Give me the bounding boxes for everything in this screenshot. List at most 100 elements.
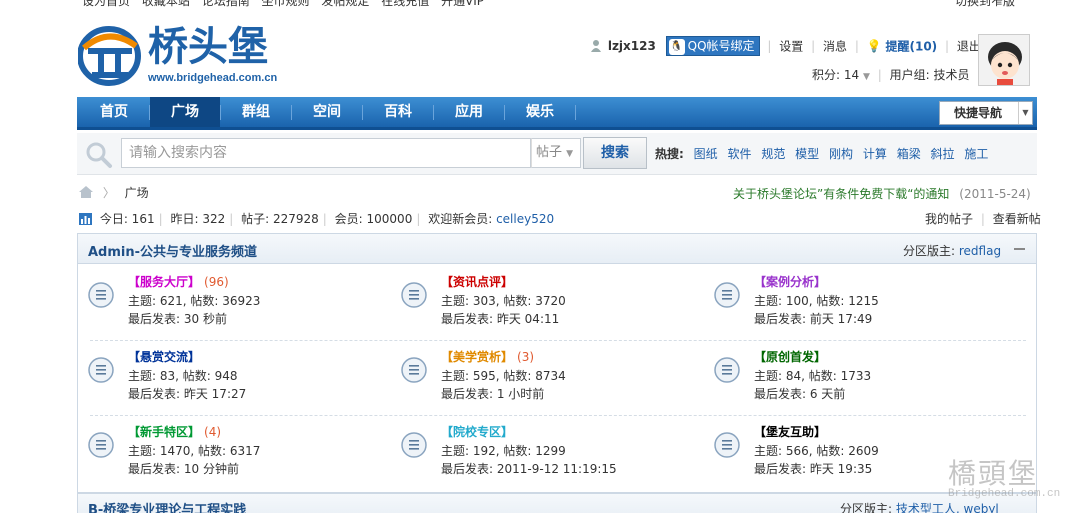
forum-name[interactable]: 【新手特区】 [128,425,200,439]
nav-item-space[interactable]: 空间 [292,97,362,127]
forum-item[interactable]: 【堡友互助】 主题: 566, 帖数: 2609 最后发表: 昨天 19:35 [714,422,1014,482]
forum-last-post[interactable]: 最后发表: 昨天 17:27 [128,385,246,402]
forum-item[interactable]: 【资讯点评】主题: 303, 帖数: 3720 最后发表: 昨天 04:11 [401,272,701,332]
moderator-link[interactable]: 技术型工人, webyl [896,502,999,513]
hot-keyword[interactable]: 施工 [964,147,988,161]
messages-link[interactable]: 消息 [823,40,847,54]
search-type-value: 帖子 [536,145,563,160]
hot-keyword[interactable]: 图纸 [694,147,718,161]
home-icon[interactable] [79,186,93,198]
main-nav: 首页 广场 群组 空间 百科 应用 娱乐 快捷导航 ▼ [77,97,1037,130]
user-panel: lzjx123 🐧 QQ帐号绑定 | 设置 | 消息 | 💡 提醒(10) | 退… [590,36,981,58]
hot-keyword[interactable]: 软件 [727,147,751,161]
forum-icon [714,357,740,383]
top-link[interactable]: 收藏本站 [142,0,190,8]
search-type-select[interactable]: 帖子 ▼ [531,138,581,168]
forum-last-post[interactable]: 最后发表: 昨天 04:11 [441,310,559,327]
forum-category-admin: Admin-公共与专业服务频道 分区版主: redflag 【服务大厅】 (96)… [77,233,1037,493]
top-link[interactable]: 坐币规则 [262,0,310,8]
forum-icon [401,357,427,383]
points-menu[interactable]: 积分: 14 [812,68,859,82]
forum-name[interactable]: 【案例分析】 [754,275,826,289]
stat-yesterday: 昨日: 322 [170,212,226,226]
forum-item[interactable]: 【原创首发】主题: 84, 帖数: 1733 最后发表: 6 天前 [714,347,1014,407]
new-posts-link[interactable]: 查看新帖 [993,212,1041,226]
qq-bind-button[interactable]: 🐧 QQ帐号绑定 [665,36,760,56]
row-divider [90,415,1026,416]
hot-keyword[interactable]: 刚构 [829,147,853,161]
top-link[interactable]: 发帖规定 [321,0,369,8]
nav-item-plaza[interactable]: 广场 [150,97,220,127]
category-title[interactable]: Admin-公共与专业服务频道 [88,241,257,260]
breadcrumb: 〉 广场 [79,184,149,201]
forum-name[interactable]: 【原创首发】 [754,350,826,364]
nav-item-wiki[interactable]: 百科 [363,97,433,127]
announcement-link[interactable]: 关于桥头堡论坛”有条件免费下载“的通知 [733,187,949,201]
announcement: 关于桥头堡论坛”有条件免费下载“的通知 (2011-5-24) [733,185,1031,202]
stats-links: 我的帖子 | 查看新帖 [925,212,1041,226]
settings-link[interactable]: 设置 [779,40,803,54]
my-posts-link[interactable]: 我的帖子 [925,212,973,226]
forum-item[interactable]: 【悬赏交流】 主题: 83, 帖数: 948 最后发表: 昨天 17:27 [88,347,388,407]
forum-name[interactable]: 【服务大厅】 [128,275,200,289]
logo-url: www.bridgehead.com.cn [148,72,278,84]
search-input[interactable]: 请输入搜索内容 [121,138,531,168]
category-moderators: 分区版主: 技术型工人, webyl [840,500,999,513]
nav-item-home[interactable]: 首页 [79,97,149,127]
forum-stats: 主题: 303, 帖数: 3720 [441,294,566,308]
category-header: Admin-公共与专业服务频道 分区版主: redflag [78,234,1036,264]
quick-nav-label: 快捷导航 [954,106,1003,120]
nav-item-entertainment[interactable]: 娱乐 [505,97,575,127]
hot-keyword[interactable]: 斜拉 [931,147,955,161]
remind-link[interactable]: 提醒(10) [885,40,937,54]
forum-icon [88,282,114,308]
quick-nav-button[interactable]: 快捷导航 ▼ [939,101,1033,125]
forum-name[interactable]: 【悬赏交流】 [128,350,200,364]
hot-keyword[interactable]: 箱梁 [897,147,921,161]
forum-name[interactable]: 【院校专区】 [441,425,513,439]
site-stats: 今日: 161 | 昨日: 322 | 帖子: 227928 | 会员: 100000… [79,210,554,227]
forum-last-post[interactable]: 最后发表: 2011-9-12 11:19:15 [441,460,617,477]
forum-name[interactable]: 【美学赏析】 [441,350,513,364]
forum-stats: 主题: 84, 帖数: 1733 [754,369,872,383]
welcome-label: 欢迎新会员: [428,212,493,226]
forum-name[interactable]: 【资讯点评】 [441,275,513,289]
site-logo[interactable]: 桥头堡 www.bridgehead.com.cn [78,22,278,90]
hot-keyword[interactable]: 模型 [795,147,819,161]
nav-item-apps[interactable]: 应用 [434,97,504,127]
top-link[interactable]: 设为首页 [82,0,130,8]
username-link[interactable]: lzjx123 [608,39,656,53]
forum-name[interactable]: 【堡友互助】 [754,425,826,439]
nav-item-groups[interactable]: 群组 [221,97,291,127]
forum-last-post[interactable]: 最后发表: 前天 17:49 [754,310,872,327]
lightbulb-icon: 💡 [866,39,882,53]
forum-item[interactable]: 【美学赏析】 (3) 主题: 595, 帖数: 8734 最后发表: 1 小时前 [401,347,701,407]
forum-item[interactable]: 【院校专区】 主题: 192, 帖数: 1299 最后发表: 2011-9-12 1… [401,422,701,482]
forum-last-post[interactable]: 最后发表: 昨天 19:35 [754,460,872,477]
forum-last-post[interactable]: 最后发表: 6 天前 [754,385,845,402]
search-button[interactable]: 搜索 [583,137,647,169]
user-panel-secondary: 积分: 14 ▼ | 用户组: 技术员 [812,68,970,82]
moderator-link[interactable]: redflag [959,244,1001,258]
collapse-icon[interactable] [1014,248,1025,250]
top-link[interactable]: 论坛指南 [202,0,250,8]
forum-last-post[interactable]: 最后发表: 10 分钟前 [128,460,239,477]
forum-item[interactable]: 【新手特区】 (4) 主题: 1470, 帖数: 6317 最后发表: 10 分钟前 [88,422,388,482]
top-link[interactable]: 开通VIP [441,0,484,8]
hot-keyword[interactable]: 规范 [761,147,785,161]
forum-item[interactable]: 【服务大厅】 (96) 主题: 621, 帖数: 36923 最后发表: 30 秒前 [88,272,388,332]
forum-last-post[interactable]: 最后发表: 1 小时前 [441,385,544,402]
new-member-link[interactable]: celley520 [496,212,554,226]
top-link[interactable]: 在线充值 [381,0,429,8]
category-title[interactable]: B-桥梁专业理论与工程实践 [88,499,246,513]
switch-width-link[interactable]: 切换到窄版 [955,0,1015,9]
chevron-down-icon[interactable]: ▼ [863,72,870,82]
hot-keyword[interactable]: 计算 [863,147,887,161]
top-strip: 设为首页 收藏本站 论坛指南 坐币规则 发帖规定 在线充值 开通VIP 切换到窄… [0,0,1072,9]
user-group: 用户组: 技术员 [889,68,970,82]
forum-last-post[interactable]: 最后发表: 30 秒前 [128,310,227,327]
avatar[interactable] [978,34,1030,86]
breadcrumb-current[interactable]: 广场 [125,186,149,200]
forum-item[interactable]: 【案例分析】 主题: 100, 帖数: 1215 最后发表: 前天 17:49 [714,272,1014,332]
stat-today: 今日: 161 [99,212,155,226]
